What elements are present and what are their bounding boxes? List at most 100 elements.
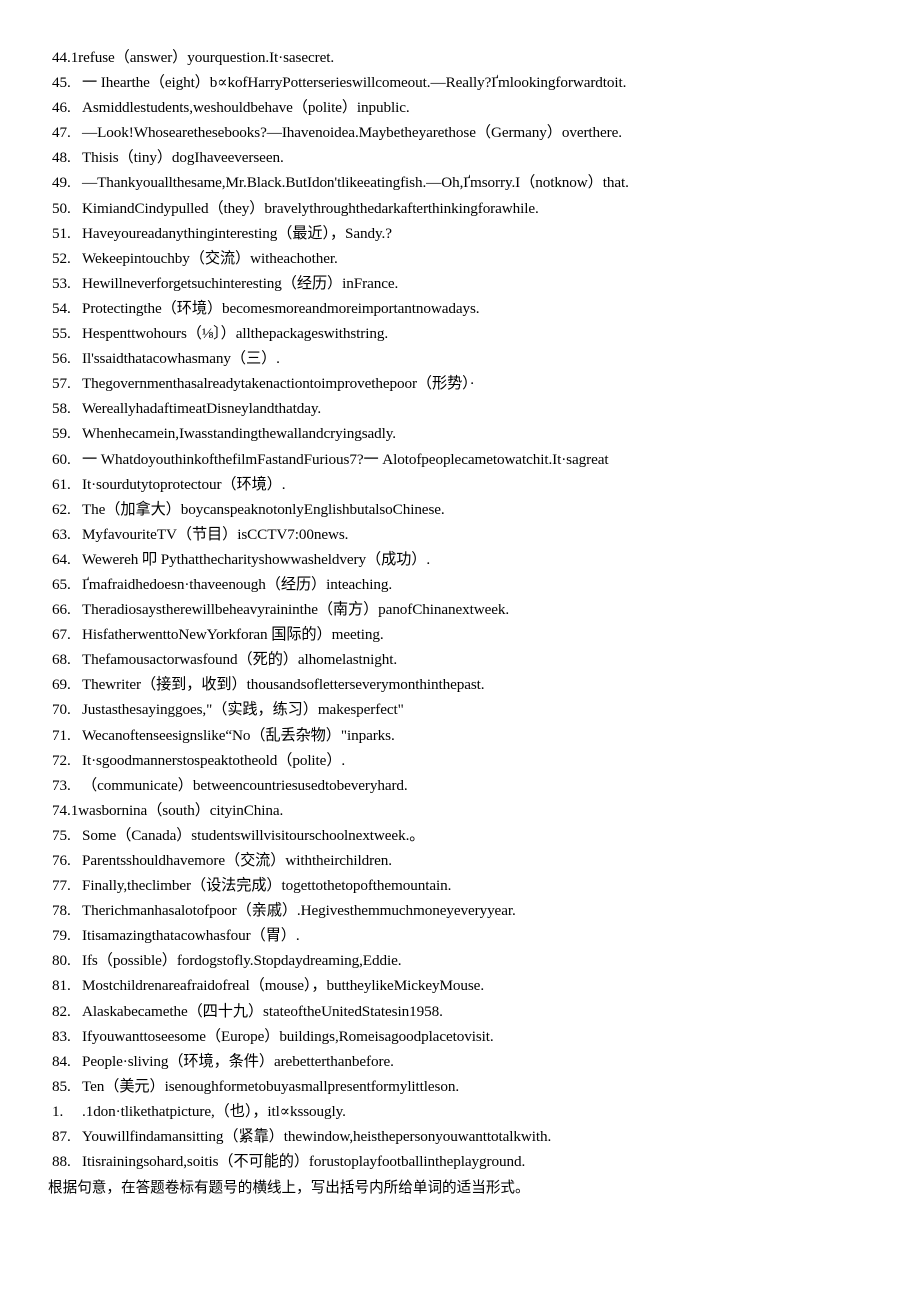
exercise-number: 48. — [52, 149, 71, 167]
exercise-text: Hewillneverforgetsuchinteresting（经历）inFr… — [82, 274, 399, 292]
exercise-item: 52. Wekeepintouchby（交流）witheachother. — [52, 246, 860, 271]
exercise-text: 一 Ihearthe（eight）b∝kofHarryPotterseriesw… — [82, 74, 627, 92]
exercise-number: 1. — [52, 1102, 64, 1120]
exercise-number: 67. — [52, 626, 71, 644]
exercise-text: 1refuse（answer）yourquestion.It·sasecret. — [70, 49, 335, 66]
exercise-number: 59. — [52, 425, 71, 443]
exercise-text: MyfavouriteTV（节目）isCCTV7:00news. — [82, 525, 349, 543]
exercise-text: Therichmanhasalotofpoor（亲戚）.Hegivesthemm… — [82, 902, 516, 920]
exercise-text: 1wasbornina（south）cityinChina. — [70, 801, 284, 819]
exercise-number: 75. — [52, 826, 71, 844]
exercise-number: 61. — [52, 475, 71, 493]
exercise-number: 79. — [52, 927, 71, 945]
exercise-item: 85. Ten（美元）isenoughformetobuyasmallpresen… — [52, 1074, 860, 1099]
exercise-text: 一 WhatdoyouthinkofthefilmFastandFurious7… — [82, 450, 609, 468]
exercise-number: 51. — [52, 224, 71, 242]
exercise-text: Alaskabecamethe（四十九）stateoftheUnitedStat… — [82, 1002, 443, 1020]
exercise-number: 77. — [52, 877, 71, 895]
exercise-item: 83. Ifyouwanttoseesome（Europe）buildings,R… — [52, 1024, 860, 1049]
exercise-text: Finally,theclimber（设法完成）togettothetopoft… — [82, 877, 452, 895]
exercise-number: 73. — [52, 776, 71, 794]
exercise-item: 60. 一 WhatdoyouthinkofthefilmFastandFurio… — [52, 447, 860, 472]
exercise-item: 64. Wewereh 叩 Pythatthecharityshowwasheld… — [52, 547, 860, 572]
exercise-text: Protectingthe（环境）becomesmoreandmoreimpor… — [82, 299, 480, 317]
exercise-item: 68. Thefamousactorwasfound（死的）alhomelastn… — [52, 647, 860, 672]
exercise-text: Ifs（possible）fordogstofly.Stopdaydreamin… — [82, 952, 402, 970]
exercise-number: 62. — [52, 500, 71, 518]
exercise-text: Hespenttwohours（⅛〕）allthepackageswithstr… — [82, 325, 389, 343]
exercise-number: 56. — [52, 350, 71, 368]
exercise-item: 44. 1refuse（answer）yourquestion.It·sasecr… — [52, 45, 860, 70]
exercise-text: Thisis（tiny）dogIhaveeverseen. — [82, 149, 284, 167]
exercise-item: 73. （communicate）betweencountriesusedtobe… — [52, 773, 860, 798]
exercise-item: 69. Thewriter（接到，收到）thousandsofletterseve… — [52, 672, 860, 697]
exercise-item: 79. Itisamazingthatacowhasfour（胃）. — [52, 923, 860, 948]
exercise-number: 64. — [52, 550, 71, 568]
exercise-number: 44. — [52, 49, 71, 66]
exercise-item: 50. KimiandCindypulled（they）bravelythroug… — [52, 196, 860, 221]
exercise-text: Thegovernmenthasalreadytakenactiontoimpr… — [82, 375, 475, 393]
exercise-number: 63. — [52, 525, 71, 543]
exercise-item: 63. MyfavouriteTV（节目）isCCTV7:00news. — [52, 522, 860, 547]
exercise-item: 77. Finally,theclimber（设法完成）togettothetop… — [52, 873, 860, 898]
exercise-text: Ґmafraidhedoesn·thaveenough（经历）inteachin… — [82, 575, 393, 593]
exercise-text: Justasthesayinggoes,"（实践，练习）makesperfect… — [82, 701, 404, 719]
exercise-text: Ten（美元）isenoughformetobuyasmallpresentfo… — [82, 1077, 460, 1095]
exercise-number: 69. — [52, 676, 71, 694]
exercise-text: Il'ssaidthatacowhasmany（三）. — [82, 350, 280, 368]
worksheet-page: 44. 1refuse（answer）yourquestion.It·sasecr… — [0, 0, 920, 1301]
exercise-item: 45. 一 Ihearthe（eight）b∝kofHarryPotterseri… — [52, 70, 860, 95]
exercise-text: Thewriter（接到，收到）thousandsofletterseverym… — [82, 676, 485, 694]
exercise-list: 44. 1refuse（answer）yourquestion.It·sasecr… — [52, 45, 860, 1174]
exercise-item: 88. Itisrainingsohard,soitis（不可能的）forusto… — [52, 1149, 860, 1174]
exercise-number: 49. — [52, 174, 71, 192]
exercise-number: 72. — [52, 751, 71, 769]
exercise-item: 80. Ifs（possible）fordogstofly.Stopdaydrea… — [52, 948, 860, 973]
exercise-text: Ifyouwanttoseesome（Europe）buildings,Rome… — [82, 1027, 494, 1045]
exercise-item: 75. Some（Canada）studentswillvisitourschoo… — [52, 823, 860, 848]
exercise-text: （communicate）betweencountriesusedtobever… — [82, 776, 408, 794]
exercise-item: 61. It·sourdutytoprotectour（环境）. — [52, 472, 860, 497]
exercise-item: 67. HisfatherwenttoNewYorkforan 国际的）meeti… — [52, 622, 860, 647]
exercise-text: Whenhecamein,Iwasstandingthewallandcryin… — [82, 425, 396, 443]
exercise-number: 80. — [52, 952, 71, 970]
exercise-number: 52. — [52, 249, 71, 267]
exercise-item: 55. Hespenttwohours（⅛〕）allthepackageswith… — [52, 321, 860, 346]
exercise-number: 55. — [52, 325, 71, 343]
exercise-text: Parentsshouldhavemore（交流）withtheirchildr… — [82, 852, 392, 869]
exercise-number: 87. — [52, 1128, 71, 1146]
exercise-item: 1. .1don·tlikethatpicture,（也），itl∝kssougl… — [52, 1099, 860, 1124]
exercise-number: 84. — [52, 1052, 71, 1070]
exercise-text: Theradiosaystherewillbeheavyraininthe（南方… — [82, 601, 510, 619]
exercise-number: 82. — [52, 1002, 71, 1020]
exercise-number: 88. — [52, 1153, 71, 1171]
exercise-number: 45. — [52, 74, 71, 92]
exercise-number: 85. — [52, 1077, 71, 1095]
exercise-number: 83. — [52, 1027, 71, 1045]
exercise-number: 54. — [52, 299, 71, 317]
exercise-item: 57. Thegovernmenthasalreadytakenactiontoi… — [52, 371, 860, 396]
exercise-text: HisfatherwenttoNewYorkforan 国际的）meeting. — [82, 626, 384, 644]
exercise-text: WereallyhadaftimeatDisneylandthatday. — [82, 400, 322, 418]
exercise-item: 84. People·sliving（环境，条件）arebetterthanbef… — [52, 1049, 860, 1074]
exercise-item: 82. Alaskabecamethe（四十九）stateoftheUnitedS… — [52, 999, 860, 1024]
exercise-text: Itisamazingthatacowhasfour（胃）. — [82, 927, 300, 945]
exercise-number: 81. — [52, 977, 71, 995]
exercise-text: —Look!Whosearethesebooks?—Ihavenoidea.Ma… — [82, 124, 622, 142]
exercise-text: Wewereh 叩 Pythatthecharityshowwasheldver… — [82, 550, 431, 568]
exercise-item: 81. Mostchildrenareafraidofreal（mouse），bu… — [52, 973, 860, 998]
exercise-item: 51. Haveyoureadanythinginteresting（最近），Sa… — [52, 221, 860, 246]
exercise-number: 71. — [52, 726, 71, 744]
exercise-text: The（加拿大）boycanspeaknotonlyEnglishbutalso… — [82, 500, 445, 518]
exercise-text: —Thankyouallthesame,Mr.Black.ButIdon'tli… — [82, 174, 629, 192]
exercise-item: 47. —Look!Whosearethesebooks?—Ihavenoidea… — [52, 120, 860, 145]
instruction-note: 根据句意，在答题卷标有题号的横线上，写出括号内所给单词的适当形式。 — [48, 1179, 530, 1197]
exercise-text: Some（Canada）studentswillvisitourschoolne… — [82, 826, 425, 844]
exercise-number: 46. — [52, 99, 71, 117]
exercise-text: Itisrainingsohard,soitis（不可能的）forustopla… — [82, 1153, 526, 1171]
exercise-item: 49. —Thankyouallthesame,Mr.Black.ButIdon'… — [52, 170, 860, 195]
exercise-number: 74. — [52, 801, 71, 819]
exercise-item: 46. Asmiddlestudents,weshouldbehave（polit… — [52, 95, 860, 120]
exercise-text: Haveyoureadanythinginteresting（最近），Sandy… — [82, 224, 392, 242]
exercise-item: 56. Il'ssaidthatacowhasmany（三）. — [52, 346, 860, 371]
